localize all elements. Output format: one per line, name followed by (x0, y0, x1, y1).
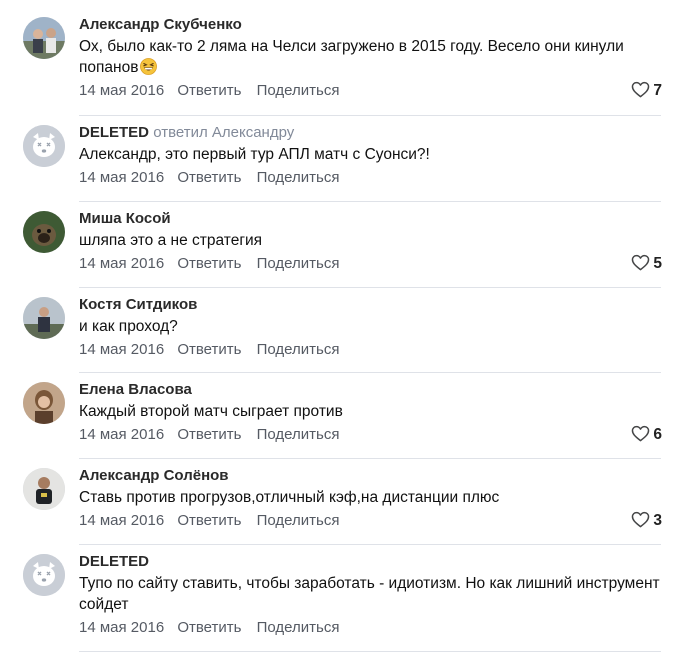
like-button[interactable]: 5 (631, 254, 662, 274)
comment-text: Тупо по сайту ставить, чтобы заработать … (79, 575, 660, 613)
reply-button[interactable]: Ответить (177, 512, 241, 529)
reply-button[interactable]: Ответить (177, 255, 241, 272)
comment-meta: 14 мая 2016 Ответить Поделиться (79, 340, 662, 360)
heart-outline-icon (632, 511, 650, 528)
author-name[interactable]: Костя Ситдиков (79, 296, 197, 313)
deleted-dog-avatar (23, 125, 65, 167)
author-name[interactable]: Миша Косой (79, 210, 171, 227)
heart-outline-icon (632, 81, 650, 98)
reply-button[interactable]: Ответить (177, 169, 241, 186)
comment-date-link[interactable]: 14 мая 2016 (79, 619, 164, 636)
avatar[interactable] (23, 17, 65, 59)
comment-text: Александр, это первый тур АПЛ матч с Суо… (79, 146, 430, 163)
author-name[interactable]: Елена Власова (79, 381, 192, 398)
avatar[interactable] (23, 211, 65, 253)
comment-date-link[interactable]: 14 мая 2016 (79, 82, 164, 99)
comment-text: Ставь против прогрузов,отличный кэф,на д… (79, 489, 500, 506)
comment-date-link[interactable]: 14 мая 2016 (79, 512, 164, 529)
avatar[interactable] (23, 125, 65, 167)
comment-date-link[interactable]: 14 мая 2016 (79, 255, 164, 272)
comment-text: шляпа это а не стратегия (79, 232, 263, 249)
comments-list: Александр Скубченко Ох, было как-то 2 ля… (0, 0, 686, 654)
author-name[interactable]: Александр Скубченко (79, 16, 242, 33)
divider (79, 201, 661, 202)
comment-meta: 14 мая 2016 Ответить Поделиться (79, 168, 662, 188)
heart-outline-icon (632, 254, 650, 271)
avatar[interactable] (23, 297, 65, 339)
divider (79, 372, 661, 373)
comment-text-content: Ох, было как-то 2 ляма на Челси загружен… (79, 38, 624, 76)
reply-button[interactable]: Ответить (177, 341, 241, 358)
reply-button[interactable]: Ответить (177, 426, 241, 443)
divider (79, 115, 661, 116)
like-button[interactable]: 3 (631, 511, 662, 531)
grinning-squinting-face-emoji (140, 58, 158, 75)
divider (79, 287, 661, 288)
comment-text: Каждый второй матч сыграет против (79, 403, 343, 420)
avatar[interactable] (23, 382, 65, 424)
share-button[interactable]: Поделиться (257, 255, 340, 272)
like-button[interactable]: 7 (631, 81, 662, 101)
like-button[interactable]: 6 (631, 425, 662, 445)
author-name[interactable]: DELETED (79, 124, 149, 141)
avatar[interactable] (23, 554, 65, 596)
avatar[interactable] (23, 468, 65, 510)
share-button[interactable]: Поделиться (257, 169, 340, 186)
comment-text: Ох, было как-то 2 ляма на Челси загружен… (79, 36, 662, 78)
share-button[interactable]: Поделиться (257, 426, 340, 443)
like-count: 3 (653, 512, 662, 529)
divider (79, 544, 661, 545)
comment-date-link[interactable]: 14 мая 2016 (79, 341, 164, 358)
like-count: 6 (653, 426, 662, 443)
comment-meta: 14 мая 2016 Ответить Поделиться 3 (79, 511, 662, 531)
comment-date-link[interactable]: 14 мая 2016 (79, 169, 164, 186)
deleted-dog-avatar (23, 554, 65, 596)
reply-button[interactable]: Ответить (177, 82, 241, 99)
comment-date-link[interactable]: 14 мая 2016 (79, 426, 164, 443)
share-button[interactable]: Поделиться (257, 82, 340, 99)
like-count: 5 (653, 255, 662, 272)
like-count: 7 (653, 82, 662, 99)
divider (79, 458, 661, 459)
comment-meta: 14 мая 2016 Ответить Поделиться (79, 618, 662, 638)
share-button[interactable]: Поделиться (257, 619, 340, 636)
reply-button[interactable]: Ответить (177, 619, 241, 636)
comment-meta: 14 мая 2016 Ответить Поделиться 6 (79, 425, 662, 445)
share-button[interactable]: Поделиться (257, 341, 340, 358)
comment-text: и как проход? (79, 318, 178, 335)
divider (79, 651, 661, 652)
comment-meta: 14 мая 2016 Ответить Поделиться 7 (79, 81, 662, 101)
reply-to-link[interactable]: ответил Александру (153, 124, 294, 141)
author-name[interactable]: DELETED (79, 553, 149, 570)
share-button[interactable]: Поделиться (257, 512, 340, 529)
heart-outline-icon (632, 425, 650, 442)
author-name[interactable]: Александр Солёнов (79, 467, 229, 484)
comment-meta: 14 мая 2016 Ответить Поделиться 5 (79, 254, 662, 274)
